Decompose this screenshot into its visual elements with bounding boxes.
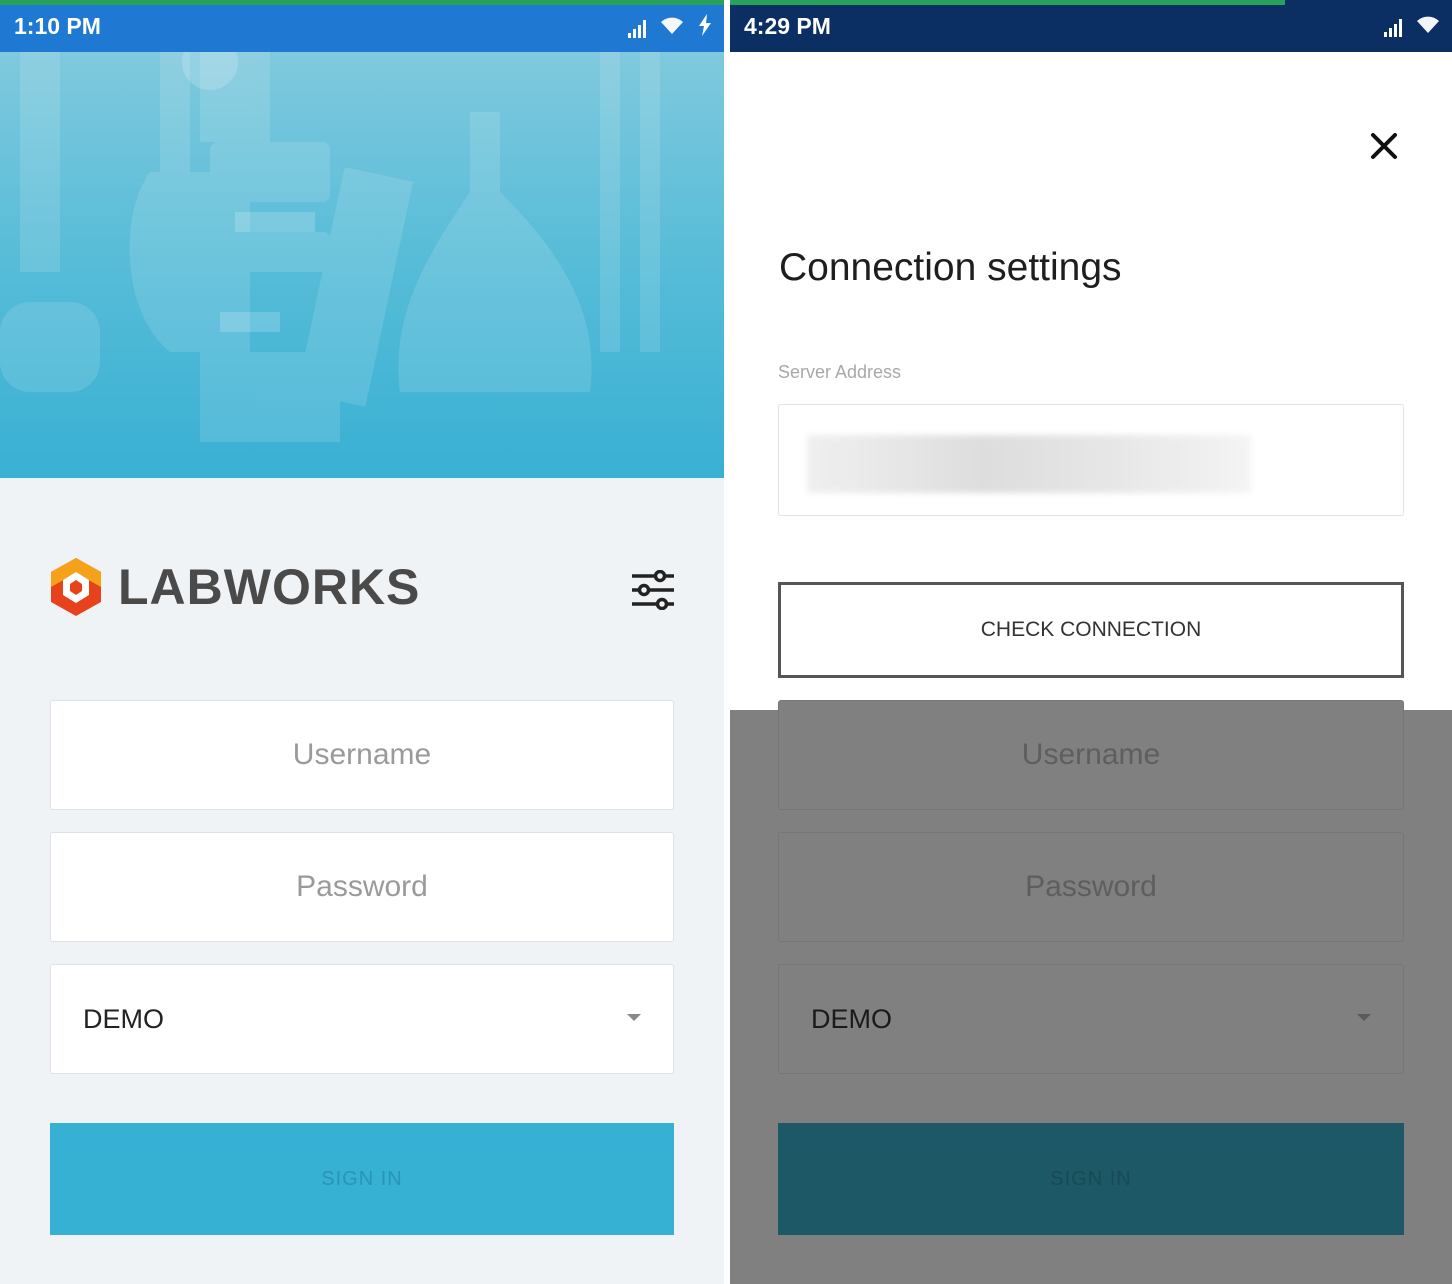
sign-in-button[interactable]: SIGN IN xyxy=(50,1123,674,1235)
server-address-label: Server Address xyxy=(778,362,902,382)
sign-in-button: SIGN IN xyxy=(778,1123,1404,1235)
wifi-icon xyxy=(660,15,684,41)
server-address-input[interactable] xyxy=(778,404,1404,516)
connection-settings-dialog: Connection settings Server Address CHECK… xyxy=(730,52,1452,710)
username-placeholder: Username xyxy=(1021,738,1161,771)
status-time: 4:29 PM xyxy=(744,13,831,39)
chevron-down-icon xyxy=(627,1014,641,1021)
sliders-icon xyxy=(632,569,674,611)
database-select-value: DEMO xyxy=(83,1003,164,1034)
status-time: 1:10 PM xyxy=(14,13,101,39)
signal-icon xyxy=(628,18,646,38)
dialog-title: Connection settings xyxy=(779,246,1122,289)
close-icon xyxy=(1371,133,1397,159)
wifi-icon xyxy=(1416,14,1440,40)
hero-lab-image xyxy=(0,52,724,478)
charging-icon xyxy=(698,14,712,42)
password-field[interactable]: Password xyxy=(50,832,674,942)
check-connection-label: CHECK CONNECTION xyxy=(980,618,1202,641)
dimmed-login-overlay[interactable]: Username Password DEMO SIGN IN xyxy=(730,700,1452,1284)
status-bar: 4:29 PM xyxy=(730,0,1452,52)
username-field: Username xyxy=(778,700,1404,810)
chevron-down-icon xyxy=(1357,1014,1371,1021)
signal-icon xyxy=(1384,17,1402,37)
check-connection-button[interactable]: CHECK CONNECTION xyxy=(778,582,1404,678)
password-field: Password xyxy=(778,832,1404,942)
connection-settings-button[interactable] xyxy=(630,569,676,615)
database-select[interactable]: DEMO xyxy=(50,964,674,1074)
database-select: DEMO xyxy=(778,964,1404,1074)
database-select-value: DEMO xyxy=(811,1003,892,1034)
server-address-redacted xyxy=(807,435,1251,493)
labworks-logo-icon xyxy=(51,558,101,616)
status-bar: 1:10 PM xyxy=(0,0,724,52)
username-placeholder: Username xyxy=(292,738,432,771)
close-button[interactable] xyxy=(1364,126,1404,166)
logo-text: LABWORKS xyxy=(118,559,421,615)
password-placeholder: Password xyxy=(1025,870,1157,903)
sign-in-label: SIGN IN xyxy=(1050,1167,1132,1190)
password-placeholder: Password xyxy=(296,870,428,903)
login-screen: 1:10 PM LABWORKS Username Password DEMO … xyxy=(0,0,724,1284)
sign-in-label: SIGN IN xyxy=(321,1167,403,1190)
username-field[interactable]: Username xyxy=(50,700,674,810)
connection-settings-screen: 4:29 PM Connection settings Server Addre… xyxy=(730,0,1452,1284)
labworks-logo: LABWORKS xyxy=(48,556,420,618)
